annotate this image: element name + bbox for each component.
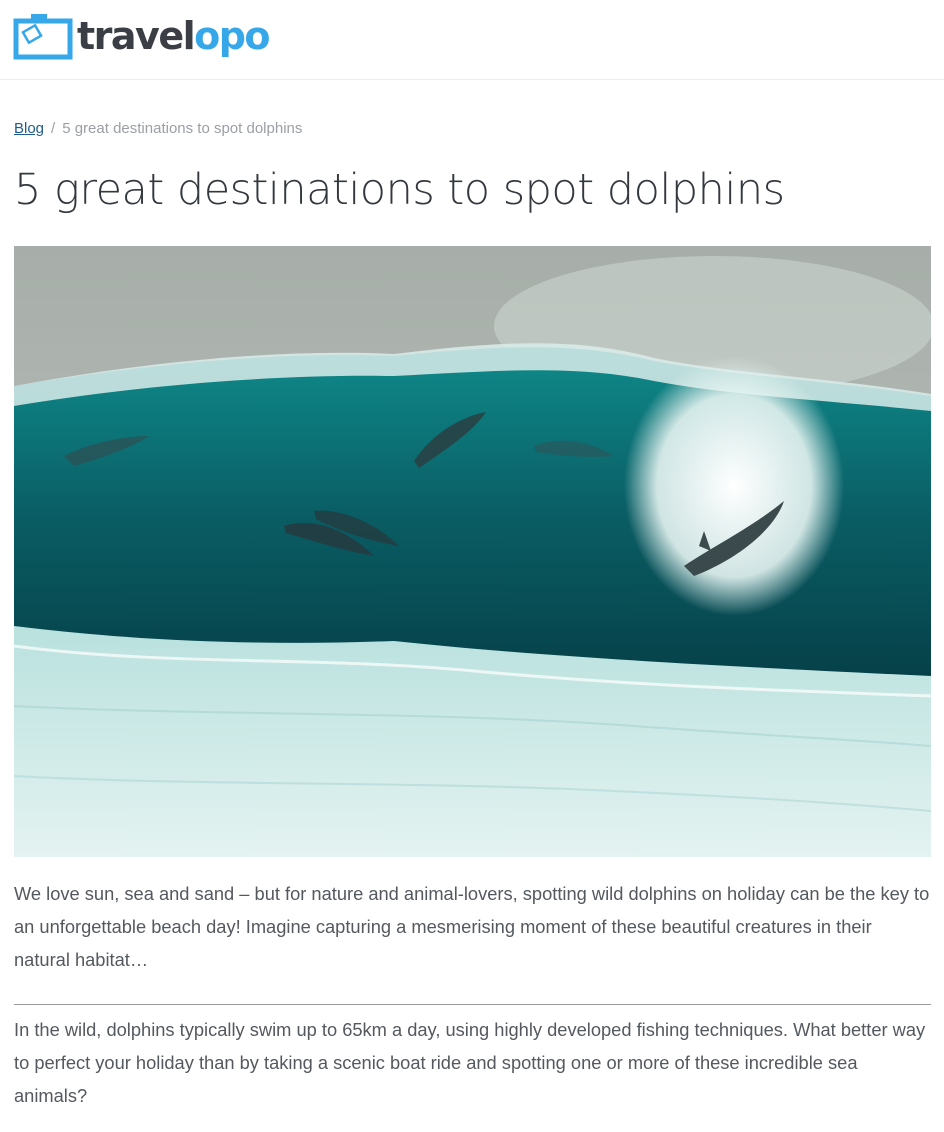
breadcrumb-current: 5 great destinations to spot dolphins [62,120,303,137]
article-paragraph: In the wild, dolphins typically swim up … [14,1019,926,1106]
suitcase-logo-icon [13,14,73,60]
logo-wordmark: travelopo [77,14,271,58]
breadcrumb-separator: / [51,120,56,137]
breadcrumb: Blog / 5 great destinations to spot dolphi… [14,120,302,137]
site-header: travelopo [0,0,944,80]
wave-dolphins-illustration [14,246,931,857]
divider [14,1004,931,1005]
hero-image [14,246,931,857]
article-intro: We love sun, sea and sand – but for natu… [14,883,930,970]
page-title: 5 great destinations to spot dolphins [14,165,785,215]
travelopo-logo[interactable]: travelopo [13,12,271,60]
breadcrumb-blog-link[interactable]: Blog [14,120,44,137]
